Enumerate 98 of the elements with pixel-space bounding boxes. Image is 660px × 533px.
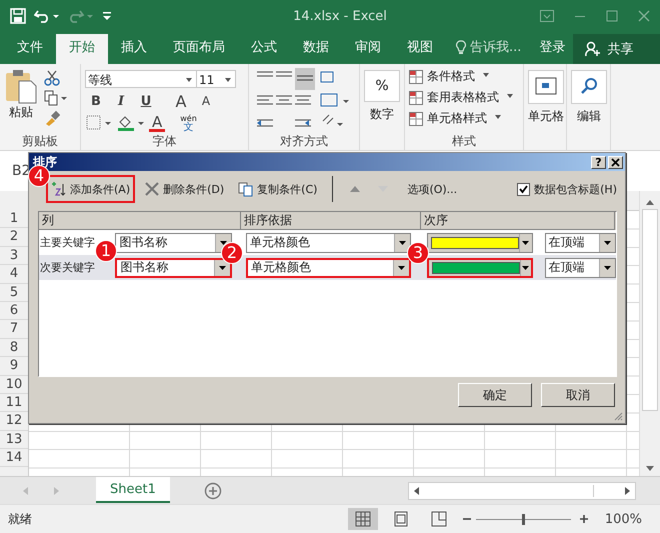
- header-checkbox[interactable]: [517, 182, 530, 196]
- sort-on-dropdown[interactable]: 单元格颜色: [246, 258, 411, 278]
- sort-on-dropdown[interactable]: 单元格颜色: [246, 232, 411, 252]
- zoom-in-icon[interactable]: [578, 514, 589, 524]
- add-level-button[interactable]: 添加条件(A): [46, 175, 136, 203]
- customize-icon[interactable]: [102, 10, 112, 22]
- caret-icon: [604, 240, 612, 244]
- scroll-thumb[interactable]: [642, 209, 658, 411]
- delete-level-button[interactable]: 删除条件(D): [139, 175, 230, 203]
- copy-icon[interactable]: [44, 90, 68, 106]
- scroll-up-icon[interactable]: [645, 199, 655, 205]
- vertical-scrollbar[interactable]: [639, 191, 660, 476]
- row-number: 13: [0, 430, 28, 450]
- table-style-icon: [409, 112, 423, 126]
- font-style-button[interactable]: U: [135, 94, 157, 108]
- dialog-close-button[interactable]: [608, 156, 623, 168]
- sheet-tab[interactable]: Sheet1: [96, 477, 170, 503]
- order-dropdown[interactable]: 在顶端: [544, 258, 616, 278]
- caret-icon: [220, 240, 228, 244]
- ribbon-tab[interactable]: 审阅: [342, 34, 394, 64]
- grid-icon: [528, 70, 564, 104]
- paste-button[interactable]: 粘贴: [4, 68, 38, 134]
- font-style-button[interactable]: B: [85, 94, 107, 108]
- scissors-icon[interactable]: [44, 70, 60, 86]
- checkbox-label: 数据包含标题(H): [534, 182, 617, 196]
- caret-icon: [522, 240, 530, 244]
- shrink-font-button[interactable]: A: [195, 94, 217, 108]
- resize-grip-icon[interactable]: [613, 411, 623, 421]
- zoom-level: 100%: [604, 512, 642, 526]
- border-icon[interactable]: [85, 114, 113, 132]
- column-header: 次序: [421, 212, 615, 230]
- ribbon-tab[interactable]: 页面布局: [160, 34, 238, 64]
- phonetic-button[interactable]: wén 文: [180, 114, 197, 132]
- style-menu-button[interactable]: 单元格样式: [409, 110, 513, 127]
- fill-color-icon[interactable]: [116, 114, 146, 132]
- ribbon-tab[interactable]: 文件: [4, 34, 56, 64]
- font-size-field[interactable]: 11: [196, 70, 236, 88]
- color-dropdown[interactable]: [426, 258, 533, 278]
- options-button[interactable]: 选项(O)...: [407, 182, 458, 196]
- lightbulb-icon: [456, 40, 466, 56]
- scroll-left-icon[interactable]: [413, 486, 419, 496]
- cancel-button[interactable]: 取消: [541, 383, 615, 407]
- close-icon: [611, 158, 620, 166]
- ribbon-tab[interactable]: 视图: [394, 34, 446, 64]
- column-header: 列: [39, 212, 241, 230]
- caret-icon: [398, 266, 405, 270]
- font-name-field[interactable]: 等线: [85, 70, 197, 88]
- scroll-down-icon[interactable]: [645, 466, 655, 472]
- add-sheet-icon[interactable]: [204, 482, 222, 500]
- sort-add-icon: [51, 181, 67, 197]
- style-menu-button[interactable]: 套用表格格式: [409, 89, 513, 106]
- column-dropdown[interactable]: 图书名称: [115, 258, 232, 278]
- font-color-button[interactable]: A: [149, 114, 166, 132]
- save-icon[interactable]: [10, 8, 26, 24]
- group-label: 样式: [451, 134, 477, 150]
- grow-font-button[interactable]: A: [170, 92, 192, 110]
- caret-icon: [398, 240, 406, 244]
- ribbon-tab[interactable]: 插入: [108, 34, 160, 64]
- share-button[interactable]: 共享: [573, 34, 660, 64]
- person-icon: [585, 41, 602, 57]
- horizontal-scrollbar[interactable]: [408, 482, 636, 500]
- group-label: 字体: [152, 134, 178, 150]
- normal-view-icon[interactable]: [348, 508, 378, 530]
- copy-icon: [238, 181, 254, 197]
- group-label: 剪贴板: [21, 134, 59, 150]
- style-menu-button[interactable]: 条件格式: [409, 68, 513, 85]
- scroll-right-icon[interactable]: [625, 486, 631, 496]
- status-text: 就绪: [8, 510, 32, 528]
- order-dropdown[interactable]: 在顶端: [544, 232, 616, 252]
- table-style-icon: [409, 90, 423, 104]
- tell-me-field[interactable]: 告诉我...: [470, 34, 522, 64]
- group-label: 对齐方式: [279, 134, 329, 150]
- editing-button[interactable]: 编辑: [571, 68, 607, 150]
- help-button[interactable]: ?: [591, 156, 606, 168]
- caret-icon: [522, 266, 530, 270]
- table-style-icon: [409, 70, 423, 84]
- ribbon-tab[interactable]: 公式: [238, 34, 290, 64]
- ribbon-tab[interactable]: 数据: [290, 34, 342, 64]
- format-painter-icon[interactable]: [44, 110, 60, 126]
- color-dropdown[interactable]: [426, 232, 533, 252]
- caret-icon: [219, 266, 226, 270]
- undo-icon[interactable]: [34, 8, 60, 24]
- ok-button[interactable]: 确定: [458, 383, 532, 407]
- caret-icon: [604, 266, 611, 270]
- column-header: 排序依据: [241, 212, 421, 230]
- sign-in-link[interactable]: 登录: [539, 34, 566, 64]
- check-icon: [519, 184, 528, 194]
- search-icon: [571, 70, 607, 104]
- delete-x-icon: [144, 181, 160, 197]
- copy-level-button[interactable]: 复制条件(C): [233, 175, 322, 203]
- level-label: 次要关键字: [40, 260, 96, 275]
- window-title: 14.xlsx - Excel: [292, 8, 388, 24]
- cells-button[interactable]: 单元格: [528, 68, 564, 150]
- clipboard-icon: [4, 68, 38, 104]
- row-number: 14: [0, 449, 28, 468]
- ribbon-tab[interactable]: 开始: [56, 34, 108, 64]
- font-style-button[interactable]: I: [110, 94, 132, 108]
- number-format-button[interactable]: % 数字: [364, 68, 400, 150]
